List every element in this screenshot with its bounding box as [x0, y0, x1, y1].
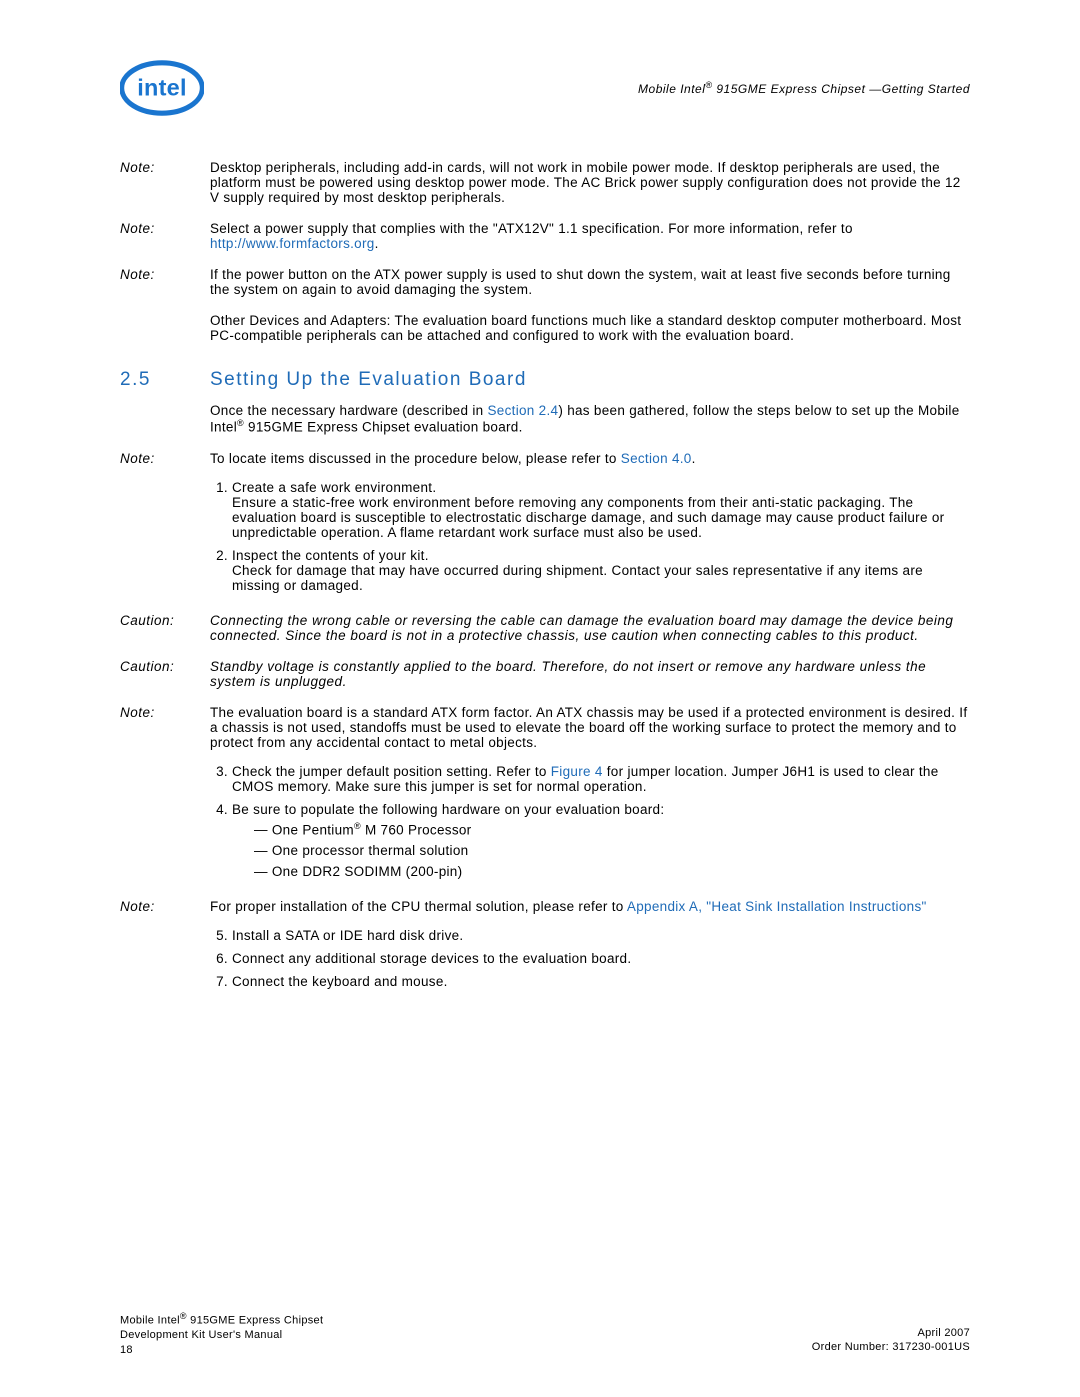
note-body: Desktop peripherals, including add-in ca…: [210, 160, 970, 205]
registered-mark: ®: [354, 821, 361, 831]
paragraph-block: Other Devices and Adapters: The evaluati…: [120, 313, 970, 343]
footer-left: Mobile Intel® 915GME Express Chipset Dev…: [120, 1311, 323, 1357]
item-text: One Pentium: [272, 822, 354, 837]
step-title: Create a safe work environment.: [232, 480, 436, 495]
list-item: Create a safe work environment. Ensure a…: [232, 480, 970, 540]
footer-text: Mobile Intel: [120, 1315, 180, 1327]
note-body: For proper installation of the CPU therm…: [210, 899, 970, 914]
steps-body: Create a safe work environment. Ensure a…: [210, 476, 970, 603]
footer-right: April 2007 Order Number: 317230-001US: [812, 1311, 970, 1357]
note-block: Note: For proper installation of the CPU…: [120, 899, 970, 914]
empty-label: [120, 403, 210, 435]
caution-block: Caution: Standby voltage is constantly a…: [120, 659, 970, 689]
note-text: .: [692, 451, 696, 466]
note-text: .: [375, 236, 379, 251]
note-block: Note: Desktop peripherals, including add…: [120, 160, 970, 205]
ordered-list: Install a SATA or IDE hard disk drive. C…: [210, 928, 970, 989]
list-item: Install a SATA or IDE hard disk drive.: [232, 928, 970, 943]
order-number: Order Number: 317230-001US: [812, 1341, 970, 1353]
caution-body: Standby voltage is constantly applied to…: [210, 659, 970, 689]
figure-4-link[interactable]: Figure 4: [551, 764, 603, 779]
note-label: Note:: [120, 705, 210, 750]
section-heading: 2.5 Setting Up the Evaluation Board: [120, 369, 970, 391]
note-block: Note: To locate items discussed in the p…: [120, 451, 970, 466]
caution-block: Caution: Connecting the wrong cable or r…: [120, 613, 970, 643]
intel-logo: intel: [120, 60, 204, 116]
ordered-list: Check the jumper default position settin…: [210, 764, 970, 880]
step-body: Ensure a static-free work environment be…: [232, 495, 944, 540]
note-text: Select a power supply that complies with…: [210, 221, 853, 236]
intro-text: 915GME Express Chipset evaluation board.: [244, 420, 523, 435]
appendix-a-link[interactable]: Appendix A, "Heat Sink Installation Inst…: [627, 899, 927, 914]
steps-container: Create a safe work environment. Ensure a…: [120, 476, 970, 603]
paragraph-body: Other Devices and Adapters: The evaluati…: [210, 313, 970, 343]
intro-paragraph: Once the necessary hardware (described i…: [120, 403, 970, 435]
list-item: Be sure to populate the following hardwa…: [232, 802, 970, 880]
caution-body: Connecting the wrong cable or reversing …: [210, 613, 970, 643]
steps-body: Check the jumper default position settin…: [210, 760, 970, 890]
page-header: intel Mobile Intel® 915GME Express Chips…: [120, 60, 970, 116]
note-label: Note:: [120, 267, 210, 297]
svg-text:intel: intel: [137, 75, 187, 101]
sub-list: One Pentium® M 760 Processor One process…: [232, 821, 970, 880]
list-item: Inspect the contents of your kit. Check …: [232, 548, 970, 593]
header-text-a: Mobile Intel: [638, 82, 705, 96]
empty-label: [120, 924, 210, 999]
registered-mark: ®: [180, 1311, 187, 1321]
note-label: Note:: [120, 160, 210, 205]
ordered-list: Create a safe work environment. Ensure a…: [210, 480, 970, 593]
registered-mark: ®: [705, 80, 712, 90]
note-body: If the power button on the ATX power sup…: [210, 267, 970, 297]
header-text-b: 915GME Express Chipset —Getting Started: [713, 82, 970, 96]
registered-mark: ®: [237, 418, 244, 428]
step-body: Check for damage that may have occurred …: [232, 563, 923, 593]
formfactors-link[interactable]: http://www.formfactors.org: [210, 236, 375, 251]
page-footer: Mobile Intel® 915GME Express Chipset Dev…: [120, 1311, 970, 1357]
item-text: M 760 Processor: [361, 822, 472, 837]
note-body: The evaluation board is a standard ATX f…: [210, 705, 970, 750]
header-doc-title: Mobile Intel® 915GME Express Chipset —Ge…: [638, 80, 970, 96]
list-item: One DDR2 SODIMM (200-pin): [254, 864, 970, 879]
note-block: Note: Select a power supply that complie…: [120, 221, 970, 251]
list-item: Connect the keyboard and mouse.: [232, 974, 970, 989]
caution-label: Caution:: [120, 659, 210, 689]
list-item: Connect any additional storage devices t…: [232, 951, 970, 966]
section-2-4-link[interactable]: Section 2.4: [487, 403, 558, 418]
list-item: Check the jumper default position settin…: [232, 764, 970, 794]
list-item: One processor thermal solution: [254, 843, 970, 858]
note-label: Note:: [120, 899, 210, 914]
intro-text: Once the necessary hardware (described i…: [210, 403, 487, 418]
note-label: Note:: [120, 221, 210, 251]
note-text: To locate items discussed in the procedu…: [210, 451, 621, 466]
empty-label: [120, 313, 210, 343]
empty-label: [120, 760, 210, 890]
step-text: Check the jumper default position settin…: [232, 764, 551, 779]
page: intel Mobile Intel® 915GME Express Chips…: [0, 0, 1080, 1397]
note-block: Note: If the power button on the ATX pow…: [120, 267, 970, 297]
note-body: Select a power supply that complies with…: [210, 221, 970, 251]
list-item: One Pentium® M 760 Processor: [254, 821, 970, 838]
footer-text: 915GME Express Chipset: [187, 1315, 324, 1327]
steps-container: Check the jumper default position settin…: [120, 760, 970, 890]
footer-text: Development Kit User's Manual: [120, 1329, 282, 1341]
step-title: Inspect the contents of your kit.: [232, 548, 429, 563]
page-number: 18: [120, 1344, 133, 1356]
empty-label: [120, 476, 210, 603]
section-title: Setting Up the Evaluation Board: [210, 369, 527, 391]
intro-body: Once the necessary hardware (described i…: [210, 403, 970, 435]
note-block: Note: The evaluation board is a standard…: [120, 705, 970, 750]
note-body: To locate items discussed in the procedu…: [210, 451, 970, 466]
footer-date: April 2007: [917, 1327, 970, 1339]
steps-container: Install a SATA or IDE hard disk drive. C…: [120, 924, 970, 999]
note-label: Note:: [120, 451, 210, 466]
caution-label: Caution:: [120, 613, 210, 643]
steps-body: Install a SATA or IDE hard disk drive. C…: [210, 924, 970, 999]
section-4-0-link[interactable]: Section 4.0: [621, 451, 692, 466]
note-text: For proper installation of the CPU therm…: [210, 899, 627, 914]
section-number: 2.5: [120, 369, 210, 391]
step-text: Be sure to populate the following hardwa…: [232, 802, 664, 817]
